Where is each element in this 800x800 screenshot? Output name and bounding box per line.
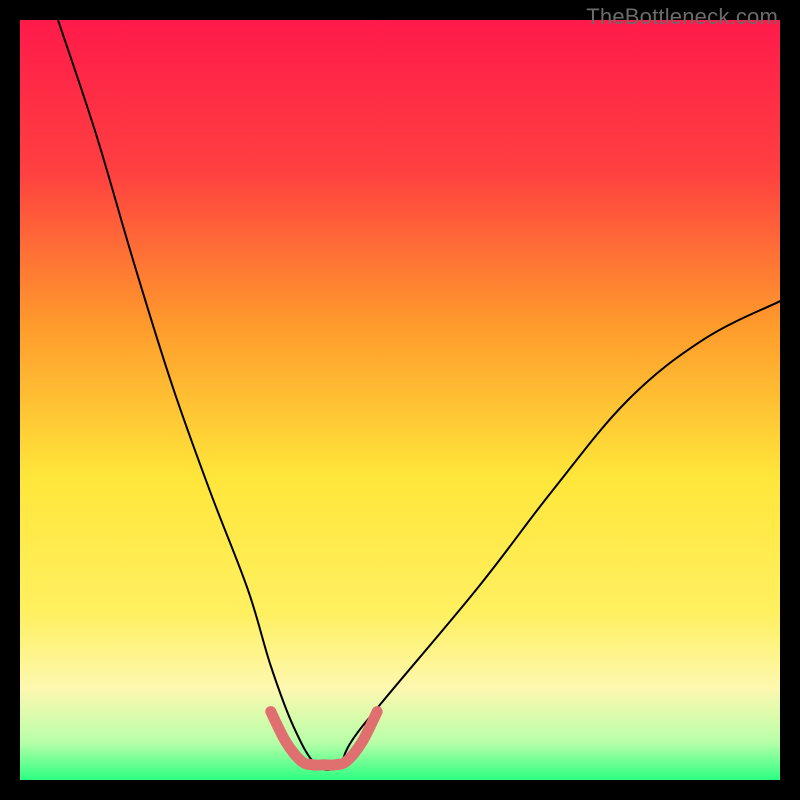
watermark-text: TheBottleneck.com <box>586 4 778 30</box>
chart-svg <box>20 20 780 780</box>
bottleneck-chart <box>20 20 780 780</box>
gradient-background <box>20 20 780 780</box>
